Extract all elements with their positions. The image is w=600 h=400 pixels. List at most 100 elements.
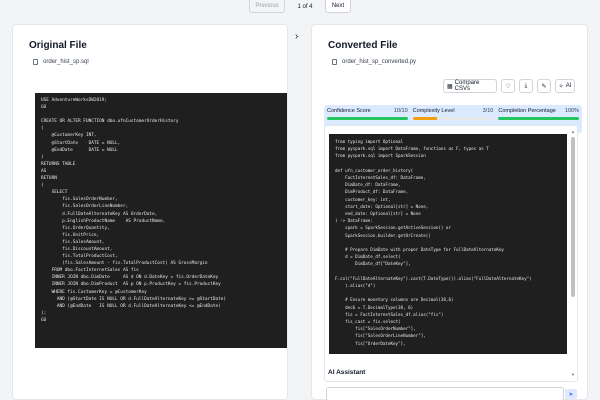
download-icon: ⤓ [524,82,528,89]
sql-code-line: RETURNS TABLE [41,161,76,167]
next-button[interactable]: Next [325,0,351,13]
metric-value: 3/10 [482,108,494,114]
metric-value: 10/10 [393,108,408,114]
sql-code-line: GO [41,317,47,323]
py-code-line: fis["OrderDateKey"], [335,340,406,346]
sql-code-line: SELECT [41,190,68,196]
sql-code-line: (fis.SalesAmount - fis.TotalProductCost)… [41,261,208,267]
sql-code-line: ) [41,154,44,160]
sql-code-line: RETURN [41,176,57,182]
py-code-line: end_date: Optional[str] = None [335,211,421,217]
sparkle-icon: ✧ [558,83,564,90]
send-button[interactable]: ➤ [565,389,577,399]
sql-code-line: WHERE fis.CustomerKey = @CustomerKey [41,289,147,295]
download-button[interactable]: ⤓ [519,79,533,93]
sql-code-line: FROM dbo.FactInternetSales AS fis [41,268,139,274]
sql-code-line: p.EnglishProductName AS ProductName, [41,218,166,224]
py-code-line: from pyspark.sql import DataFrame, funct… [335,146,489,152]
scroll-down-icon[interactable]: ▼ [571,373,575,377]
page-info: 1 of 4 [297,3,313,10]
sql-code-line: @EndDate DATE = NULL [41,147,118,153]
sql-code-line: INNER JOIN dbo.DimProduct AS p ON p.Prod… [41,282,221,288]
ai-assistant-title: AI Assistant [328,369,366,376]
py-code-line: fis_cast = fis.select( [335,319,401,325]
converted-toolbar: ▦ Compare CSVs ♡ ⤓ ✎ ✧ AI [443,79,575,93]
scrollbar[interactable]: ▲ ▼ [571,130,575,377]
converted-file-name: order_hist_sp_converted.py [342,59,417,65]
previous-button[interactable]: Previous [249,0,285,13]
compare-csvs-label: Compare CSVs [454,80,480,92]
metric-label: Complexity Level [412,108,455,114]
metric-label: Confidence Score [327,108,371,114]
py-code-line: ) -> DataFrame: [335,218,373,224]
sql-code-line: CREATE OR ALTER FUNCTION dbo.ufnCustomer… [41,119,179,125]
sql-code-line: fis.OrderQuantity, [41,225,110,231]
py-code-line: DimDate_df: DataFrame, [335,182,401,188]
sql-code-line: AND (@StartDate IS NULL OR d.FullDateAlt… [41,296,227,302]
edit-button[interactable]: ✎ [537,79,551,93]
edit-icon: ✎ [541,83,547,90]
py-code-line [335,239,561,246]
sql-code-line: USE AdventureWorksDW2019; [41,98,108,103]
sql-code-line: fis.SalesAmount, [41,239,105,245]
sql-code-line: @StartDate DATE = NULL, [41,140,121,146]
metric-label: Completion Percentage [498,108,556,114]
sql-code-line: ); [41,310,47,316]
original-file-row: order_hist_sp.sql [33,59,89,65]
heart-icon: ♡ [505,83,511,90]
sql-code-line: INNER JOIN dbo.DimDate AS d ON d.DateKey… [41,275,219,281]
py-code-line: start_date: Optional[str] = None, [335,203,429,209]
py-code-line: F.col("FullDateAlternateKey").cast(T.Dat… [335,275,532,281]
ai-label: AI [565,83,572,89]
sql-code-line: @CustomerKey INT, [41,133,97,139]
py-code-line: DimProduct_df: DataFrame, [335,189,409,195]
py-code-line: from typing import Optional [335,139,404,144]
py-code-line: spark = SparkSession.getActiveSession() … [335,225,451,231]
metric-value: 100% [564,108,580,114]
scroll-up-icon[interactable]: ▲ [571,130,575,134]
chevron-right-icon[interactable]: › [295,31,298,42]
original-file-title: Original File [29,40,87,51]
original-file-name: order_hist_sp.sql [43,59,89,65]
py-code-line: FactInternetSales_df: DataFrame, [335,175,426,181]
converted-file-row: order_hist_sp_converted.py [332,59,416,65]
converted-code-block: from typing import Optional from pyspark.… [329,134,567,354]
send-icon: ➤ [568,391,574,398]
converted-file-title: Converted File [328,40,398,51]
scrollbar-thumb[interactable] [571,137,575,297]
compare-csvs-button[interactable]: ▦ Compare CSVs [443,79,497,93]
metric-bar [412,117,494,120]
py-code-line: fis["SalesOrderNumber"], [335,326,416,332]
favorite-button[interactable]: ♡ [501,79,515,93]
py-code-line: dec6 = T.DecimalType(38, 6) [335,304,414,310]
py-code-line [335,160,561,167]
original-code-block: USE AdventureWorksDW2019; GO CREATE OR AL… [35,93,287,348]
metric-bar [498,117,580,120]
metric-fill [327,117,408,120]
metric-fill [412,117,437,120]
sql-code-line: fis.SalesOrderNumber, [41,197,118,203]
py-code-line: d = DimDate_df.select( [335,254,401,260]
ai-button[interactable]: ✧ AI [555,79,575,93]
py-code-line: # Ensure monetary columns are Decimal(38… [335,297,454,303]
sql-code-line: AS [41,168,47,174]
converted-file-panel: Converted File order_hist_sp_converted.p… [311,24,588,400]
sql-code-line: d.FullDateAlternateKey AS OrderDate, [41,211,158,217]
sql-code-line: GO [41,105,47,111]
pagination: Previous 1 of 4 Next [0,0,600,13]
sql-code-line: fis.UnitPrice, [41,232,100,238]
py-code-line: SparkSession.builder.getOrCreate() [335,232,431,238]
sql-code-line: ( [41,126,44,132]
file-icon [33,59,38,65]
ai-assistant-input[interactable] [326,387,564,400]
py-code-line: def ufn_customer_order_history( [335,167,414,173]
py-code-line: # Prepare DimDate with proper DateType f… [335,247,504,253]
sql-code-line [41,111,281,118]
sql-code-line: fis.SalesOrderLineNumber, [41,204,129,210]
py-code-line: fis["SalesOrderLineNumber"], [335,333,426,339]
sql-code-line: fis.TotalProductCost, [41,254,118,260]
sql-code-line: ( [41,183,44,189]
py-code-line: DimDate_df["DateKey"], [335,261,411,267]
py-code-line: ).alias("d") [335,283,376,289]
py-code-line: fis = FactInternetSales_df.alias("fis") [335,311,444,317]
